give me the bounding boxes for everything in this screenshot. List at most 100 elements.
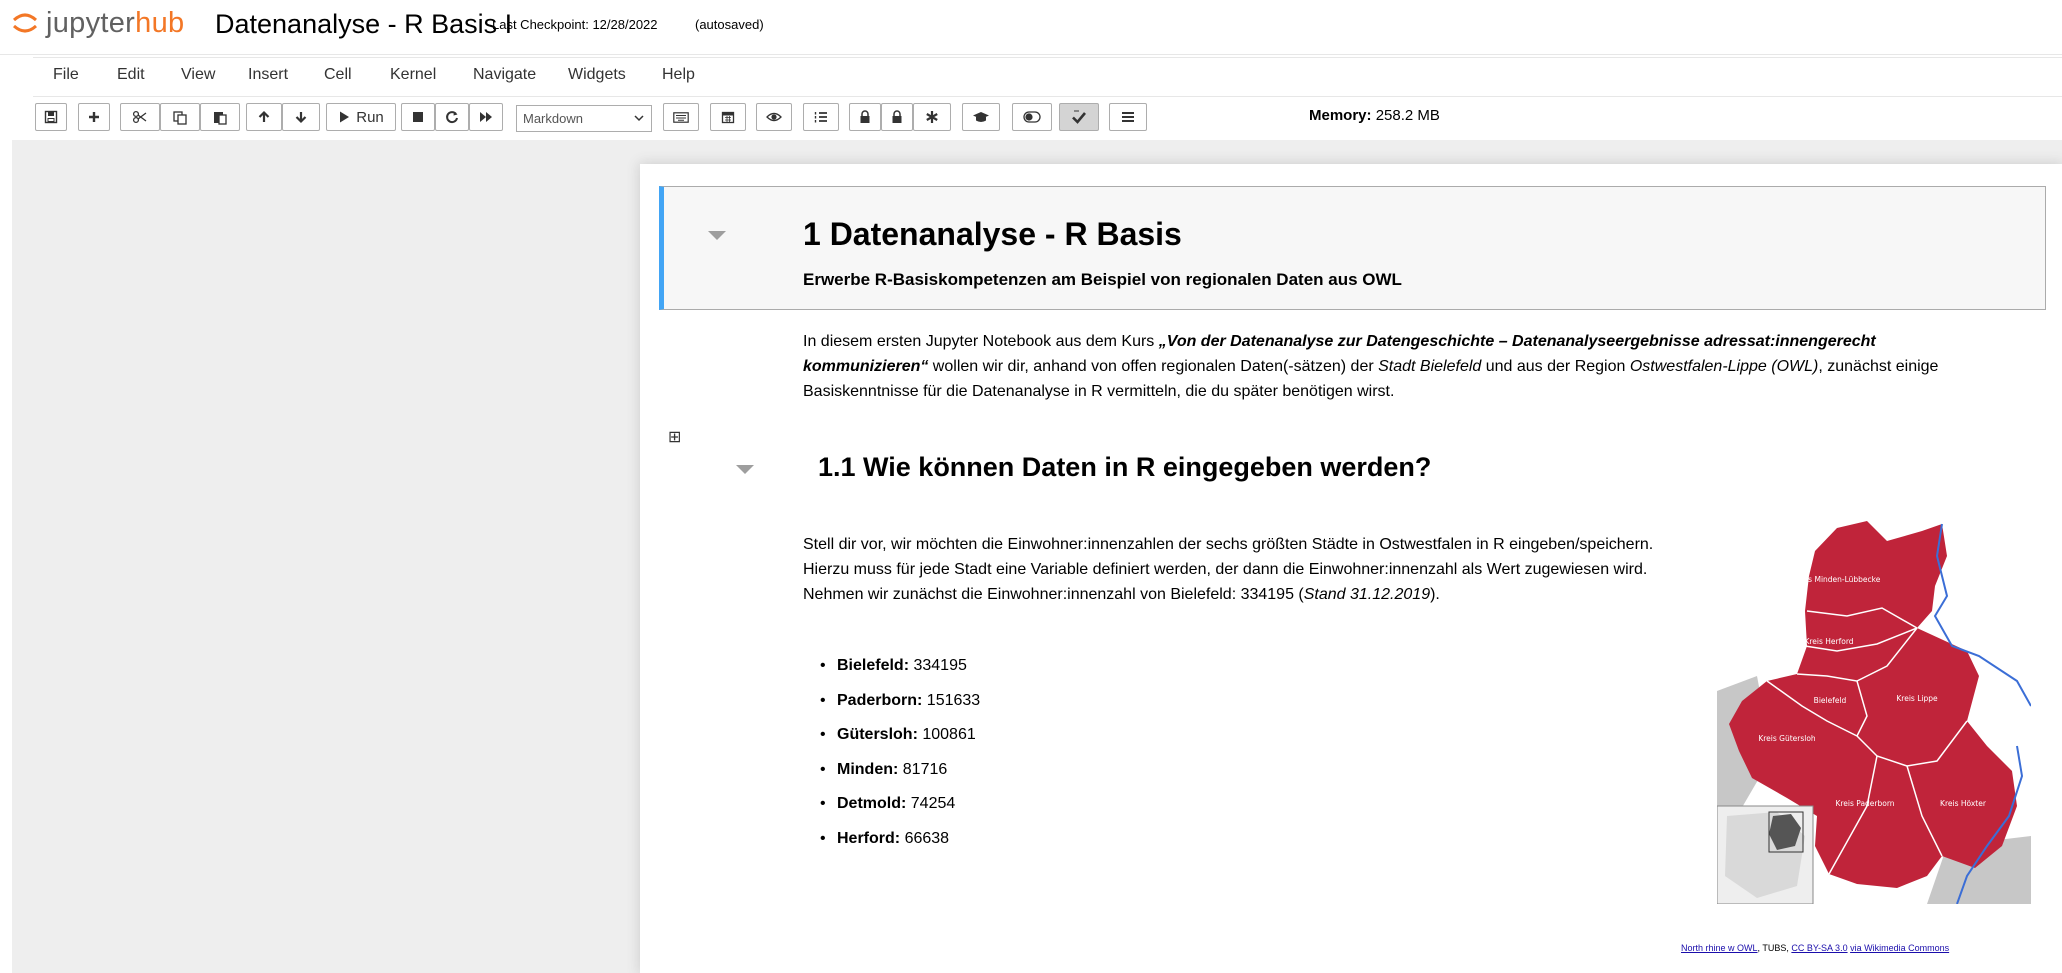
map-label: Kreis Lippe (1896, 694, 1938, 703)
interrupt-button[interactable] (401, 103, 435, 131)
jupyterhub-logo[interactable]: jupyterhub (10, 6, 185, 39)
insert-cell-button[interactable] (78, 103, 110, 131)
command-palette-button[interactable] (663, 103, 699, 131)
memory-indicator: Memory: 258.2 MB (1309, 107, 1440, 124)
toggle-icon (1023, 111, 1041, 123)
menubar: File Edit View Insert Cell Kernel Naviga… (33, 57, 2062, 97)
map-label: Kreis Höxter (1940, 799, 1987, 808)
copy-icon (173, 110, 187, 125)
memory-label: Memory: (1309, 107, 1372, 124)
menu-view[interactable]: View (181, 66, 215, 84)
city-list: • Bielefeld: 334195 • Paderborn: 151633 • G… (820, 655, 980, 862)
heading-2: 1.1 Wie können Daten in R eingegeben wer… (818, 452, 1432, 482)
list-item: • Minden: 81716 (820, 760, 948, 778)
map-label: Kreis Gütersloh (1758, 734, 1816, 743)
map-label: Bielefeld (1814, 696, 1847, 705)
list-item: • Herford: 66638 (820, 829, 950, 847)
collapse-heading-icon[interactable] (708, 231, 726, 240)
keyboard-icon (673, 111, 689, 123)
heading-subtitle: Erwerbe R-Basiskompetenzen am Beispiel v… (803, 270, 1402, 289)
education-button[interactable] (962, 103, 1000, 131)
play-icon (340, 111, 350, 123)
save-button[interactable] (35, 103, 67, 131)
numbered-list-icon (814, 112, 827, 123)
run-label: Run (356, 108, 384, 126)
lock-cell-button[interactable] (849, 103, 881, 131)
numbered-list-button[interactable] (803, 103, 839, 131)
cell-type-select[interactable]: Markdown (516, 105, 652, 132)
menu-help[interactable]: Help (662, 66, 695, 84)
calendar-icon (721, 111, 735, 124)
map-label: Kreis Herford (1804, 637, 1853, 646)
notebook-title[interactable]: Datenanalyse - R Basis I (215, 9, 512, 40)
toc-expand-icon[interactable]: ⊞ (668, 427, 681, 447)
credit-link-source[interactable]: North rhine w OWL (1681, 943, 1758, 953)
eye-icon (766, 112, 782, 122)
fast-forward-icon (480, 112, 492, 122)
map-label: Kreis Minden-Lübbecke (1794, 575, 1881, 584)
menu-cell[interactable]: Cell (324, 66, 352, 84)
collapse-heading-icon[interactable] (736, 465, 754, 474)
jupyter-logo-icon (12, 13, 38, 33)
header: jupyterhub Datenanalyse - R Basis I Last… (0, 0, 2062, 55)
plus-icon (89, 112, 99, 122)
toggle-button[interactable] (1012, 103, 1052, 131)
restart-icon (446, 111, 458, 124)
copy-button[interactable] (160, 103, 200, 131)
menu-insert[interactable]: Insert (248, 66, 288, 84)
logo-text: jupyterhub (46, 6, 185, 39)
arrow-down-icon (295, 112, 307, 124)
calendar-button[interactable] (710, 103, 746, 131)
checkpoint-status: Last Checkpoint: 12/28/2022 (492, 17, 658, 32)
description-paragraph: Stell dir vor, wir möchten die Einwohner… (803, 536, 1654, 603)
list-icon (1122, 112, 1134, 122)
cell-type-value: Markdown (523, 111, 583, 126)
menu-file[interactable]: File (53, 66, 79, 84)
credit-link-commons[interactable]: via Wikimedia Commons (1850, 943, 1949, 953)
lock-icon (860, 110, 870, 123)
city-name: Stadt Bielefeld (1378, 358, 1482, 375)
arrow-up-icon (258, 110, 270, 122)
intro-paragraph: In diesem ersten Jupyter Notebook aus de… (803, 333, 1939, 400)
check-icon (1072, 110, 1086, 124)
list-item: • Bielefeld: 334195 (820, 657, 967, 674)
restart-run-all-button[interactable] (469, 103, 503, 131)
asterisk-icon (926, 111, 938, 123)
menu-widgets[interactable]: Widgets (568, 66, 626, 84)
stand-date: Stand 31.12.2019 (1303, 586, 1431, 603)
cut-icon (132, 110, 147, 124)
lock-notebook-button[interactable] (881, 103, 913, 131)
asterisk-button[interactable] (913, 103, 951, 131)
left-margin (0, 140, 12, 973)
run-button[interactable]: Run (326, 103, 396, 131)
chevron-down-icon (634, 115, 644, 122)
graduation-cap-icon (973, 111, 989, 122)
list-item: • Gütersloh: 100861 (820, 726, 976, 743)
stop-icon (413, 112, 423, 122)
menu-navigate[interactable]: Navigate (473, 66, 536, 84)
save-icon (44, 110, 58, 124)
list-item: • Detmold: 74254 (820, 795, 956, 812)
move-down-button[interactable] (282, 103, 320, 131)
lock-icon (892, 110, 902, 123)
nbgrader-validate-button[interactable] (1059, 103, 1099, 131)
preview-button[interactable] (756, 103, 792, 131)
list-button[interactable] (1109, 103, 1147, 131)
restart-button[interactable] (435, 103, 469, 131)
owl-region-map: Kreis Minden-Lübbecke Kreis Herford Biel… (1717, 516, 2031, 904)
memory-value: 258.2 MB (1375, 107, 1440, 124)
credit-link-license[interactable]: CC BY-SA 3.0 (1791, 943, 1847, 953)
menu-edit[interactable]: Edit (117, 66, 145, 84)
region-name: Ostwestfalen-Lippe (OWL) (1629, 358, 1819, 375)
image-credit: North rhine w OWL, TUBS, CC BY-SA 3.0 vi… (1681, 943, 1950, 953)
map-label: Kreis Paderborn (1835, 799, 1894, 808)
paste-button[interactable] (200, 103, 240, 131)
list-item: • Paderborn: 151633 (820, 691, 981, 709)
cut-button[interactable] (120, 103, 160, 131)
toolbar: Run (0, 98, 2062, 138)
autosave-status: (autosaved) (695, 17, 764, 32)
heading-1: 1 Datenanalyse - R Basis (803, 216, 1182, 252)
paste-icon (214, 111, 227, 125)
move-up-button[interactable] (246, 103, 282, 131)
menu-kernel[interactable]: Kernel (390, 66, 436, 84)
